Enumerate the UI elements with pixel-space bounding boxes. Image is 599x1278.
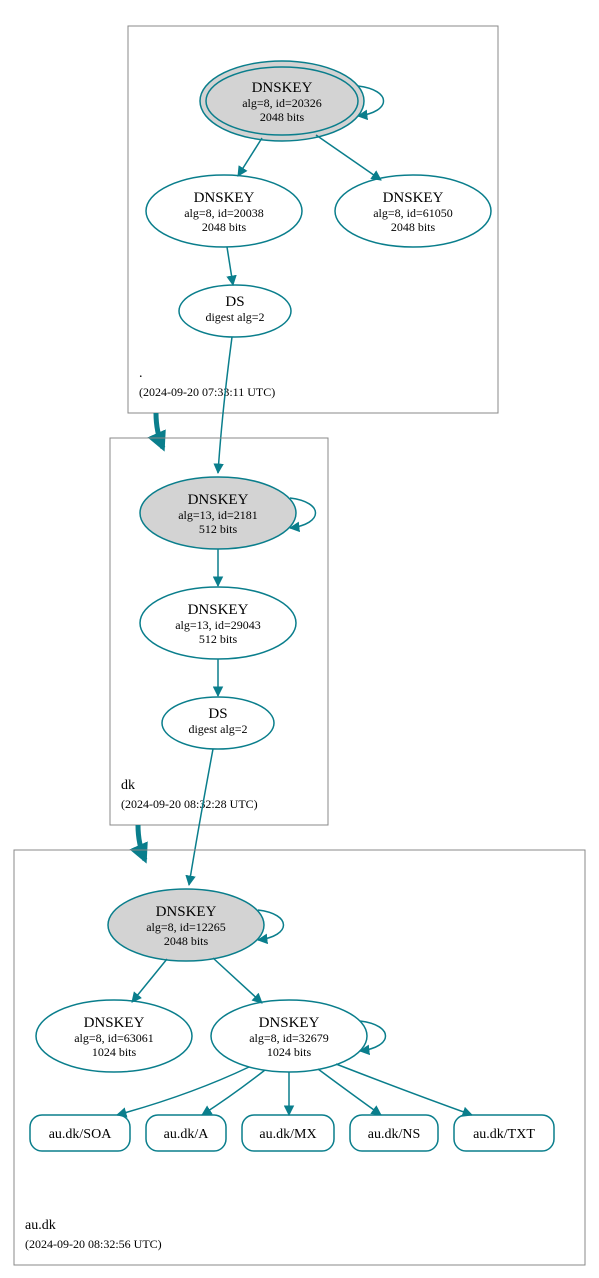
svg-text:au.dk/NS: au.dk/NS — [368, 1127, 421, 1142]
svg-text:alg=8, id=20326: alg=8, id=20326 — [242, 96, 322, 110]
svg-text:alg=8, id=12265: alg=8, id=12265 — [146, 920, 226, 934]
record-a: au.dk/A — [146, 1115, 226, 1151]
svg-text:digest alg=2: digest alg=2 — [205, 310, 264, 324]
zone-audk-label: au.dk — [25, 1218, 56, 1233]
edge-dk-ds-to-audk-ksk — [189, 749, 213, 885]
node-audk-zsk1: DNSKEY alg=8, id=63061 1024 bits — [36, 1000, 192, 1072]
zone-dk: dk (2024-09-20 08:32:28 UTC) DNSKEY alg=… — [110, 438, 328, 825]
zone-audk-ts: (2024-09-20 08:32:56 UTC) — [25, 1237, 162, 1251]
record-soa: au.dk/SOA — [30, 1115, 130, 1151]
dnssec-graph: . (2024-09-20 07:33:11 UTC) DNSKEY alg=8… — [0, 0, 599, 1278]
svg-text:au.dk/TXT: au.dk/TXT — [473, 1127, 535, 1142]
record-ns: au.dk/NS — [350, 1115, 438, 1151]
svg-text:alg=8, id=63061: alg=8, id=63061 — [74, 1031, 154, 1045]
edge-zsk2-txt — [336, 1064, 472, 1115]
zone-root-label: . — [139, 366, 143, 381]
svg-text:alg=8, id=20038: alg=8, id=20038 — [184, 206, 264, 220]
edge-audk-ksk-zsk2 — [213, 958, 262, 1003]
svg-text:1024 bits: 1024 bits — [92, 1045, 137, 1059]
svg-text:DNSKEY: DNSKEY — [84, 1015, 145, 1031]
zone-root: . (2024-09-20 07:33:11 UTC) DNSKEY alg=8… — [128, 26, 498, 413]
svg-text:au.dk/A: au.dk/A — [164, 1127, 210, 1142]
edge-root-ksk-zsk1 — [238, 138, 262, 176]
svg-text:1024 bits: 1024 bits — [267, 1045, 312, 1059]
node-dk-ksk: DNSKEY alg=13, id=2181 512 bits — [140, 477, 296, 549]
svg-text:2048 bits: 2048 bits — [202, 220, 247, 234]
svg-text:2048 bits: 2048 bits — [391, 220, 436, 234]
edge-root-ksk-zsk2 — [316, 135, 381, 180]
svg-text:DNSKEY: DNSKEY — [188, 492, 249, 508]
svg-text:alg=8, id=61050: alg=8, id=61050 — [373, 206, 453, 220]
svg-text:DNSKEY: DNSKEY — [194, 190, 255, 206]
svg-text:DNSKEY: DNSKEY — [188, 602, 249, 618]
svg-text:alg=13, id=2181: alg=13, id=2181 — [178, 508, 258, 522]
svg-text:DNSKEY: DNSKEY — [383, 190, 444, 206]
svg-text:2048 bits: 2048 bits — [164, 934, 209, 948]
zone-root-ts: (2024-09-20 07:33:11 UTC) — [139, 385, 275, 399]
svg-text:digest alg=2: digest alg=2 — [188, 722, 247, 736]
svg-text:au.dk/MX: au.dk/MX — [259, 1127, 316, 1142]
zone-audk: au.dk (2024-09-20 08:32:56 UTC) DNSKEY a… — [14, 850, 585, 1265]
svg-text:512 bits: 512 bits — [199, 522, 238, 536]
node-dk-ds: DS digest alg=2 — [162, 697, 274, 749]
svg-text:alg=13, id=29043: alg=13, id=29043 — [175, 618, 261, 632]
zone-dk-ts: (2024-09-20 08:32:28 UTC) — [121, 797, 258, 811]
edge-dk-to-audk — [138, 825, 145, 860]
record-txt: au.dk/TXT — [454, 1115, 554, 1151]
zone-dk-label: dk — [121, 778, 135, 793]
edge-root-to-dk — [156, 413, 163, 448]
svg-text:DNSKEY: DNSKEY — [156, 904, 217, 920]
svg-text:alg=8, id=32679: alg=8, id=32679 — [249, 1031, 329, 1045]
svg-text:DNSKEY: DNSKEY — [259, 1015, 320, 1031]
svg-text:DS: DS — [225, 294, 244, 310]
edge-root-zsk1-ds — [227, 247, 233, 285]
node-root-ds: DS digest alg=2 — [179, 285, 291, 337]
svg-text:512 bits: 512 bits — [199, 632, 238, 646]
svg-text:DS: DS — [208, 706, 227, 722]
svg-text:2048 bits: 2048 bits — [260, 110, 305, 124]
node-dk-zsk: DNSKEY alg=13, id=29043 512 bits — [140, 587, 296, 659]
node-root-zsk1: DNSKEY alg=8, id=20038 2048 bits — [146, 175, 302, 247]
svg-text:au.dk/SOA: au.dk/SOA — [49, 1127, 113, 1142]
edge-zsk2-a — [202, 1070, 265, 1115]
edge-root-ds-to-dk-ksk — [218, 337, 232, 473]
edge-zsk2-soa — [117, 1067, 249, 1115]
record-mx: au.dk/MX — [242, 1115, 334, 1151]
node-root-ksk: DNSKEY alg=8, id=20326 2048 bits — [200, 61, 364, 141]
node-audk-ksk: DNSKEY alg=8, id=12265 2048 bits — [108, 889, 264, 961]
svg-text:DNSKEY: DNSKEY — [252, 80, 313, 96]
node-audk-zsk2: DNSKEY alg=8, id=32679 1024 bits — [211, 1000, 367, 1072]
node-root-zsk2: DNSKEY alg=8, id=61050 2048 bits — [335, 175, 491, 247]
edge-audk-ksk-zsk1 — [132, 959, 167, 1002]
edge-zsk2-ns — [318, 1069, 381, 1115]
